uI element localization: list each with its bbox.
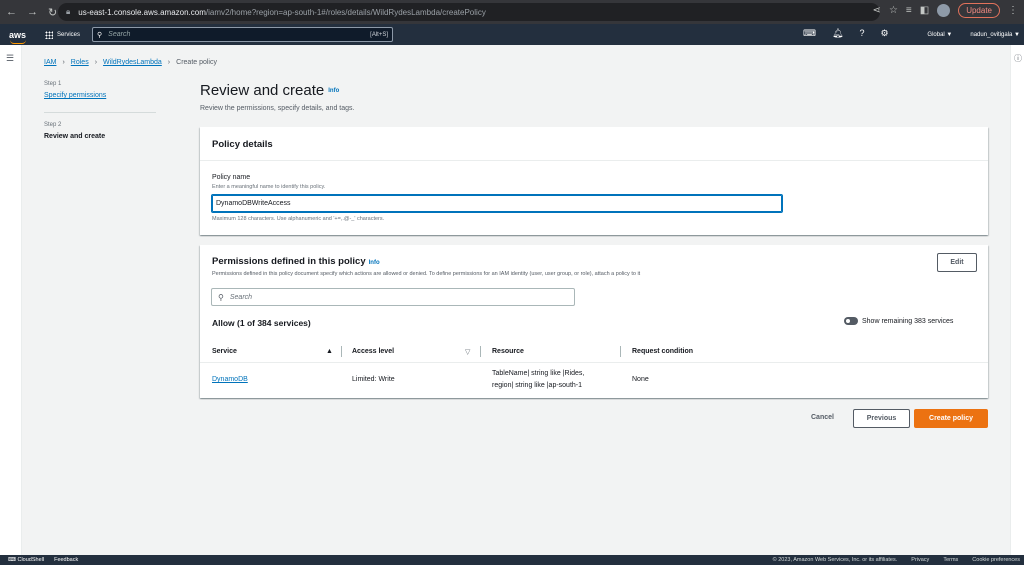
service-link[interactable]: DynamoDB xyxy=(212,376,248,383)
account-menu[interactable]: nadun_ovitigala ▼ xyxy=(970,32,1020,38)
permissions-panel: Permissions defined in this policy Info P… xyxy=(200,245,988,398)
page-info-link[interactable]: Info xyxy=(328,88,339,94)
permissions-search-placeholder: Search xyxy=(229,293,253,301)
step-1-number: Step 1 xyxy=(44,81,62,87)
terms-link[interactable]: Terms xyxy=(943,557,958,563)
toggle-switch[interactable] xyxy=(844,317,858,325)
notifications-bell-icon[interactable]: 🔔︎ xyxy=(832,28,843,39)
update-button[interactable]: Update xyxy=(958,3,1000,18)
permissions-description: Permissions defined in this policy docum… xyxy=(212,271,641,277)
settings-gear-icon[interactable]: ⚙ xyxy=(880,28,888,39)
console-search-placeholder: Search xyxy=(108,31,131,38)
resource-cell-line-2: region| string like |ap-south-1 xyxy=(492,382,583,389)
column-divider[interactable] xyxy=(480,346,481,357)
policy-name-label: Policy name xyxy=(212,174,251,181)
cookie-preferences-link[interactable]: Cookie preferences xyxy=(972,557,1020,563)
table-row: DynamoDB Limited: Write TableName| strin… xyxy=(200,363,988,398)
access-level-cell: Limited: Write xyxy=(352,376,395,383)
permissions-header: Permissions defined in this policy Info xyxy=(212,256,380,267)
step-2-number: Step 2 xyxy=(44,122,62,128)
share-icon[interactable]: ⋖ xyxy=(873,5,881,16)
feedback-link[interactable]: Feedback xyxy=(54,557,78,563)
policy-details-header: Policy details xyxy=(200,127,988,161)
breadcrumb-roles[interactable]: Roles xyxy=(71,59,89,66)
column-header-resource[interactable]: Resource xyxy=(492,348,524,355)
privacy-link[interactable]: Privacy xyxy=(911,557,929,563)
show-remaining-toggle[interactable]: Show remaining 383 services xyxy=(844,317,953,325)
chevron-right-icon: › xyxy=(167,59,171,66)
search-icon: ⚲ xyxy=(97,31,103,39)
url-path: /iamv2/home?region=ap-south-1#/roles/det… xyxy=(205,7,486,17)
services-label: Services xyxy=(57,31,81,38)
column-header-request-condition[interactable]: Request condition xyxy=(632,348,693,355)
request-condition-cell: None xyxy=(632,376,649,383)
page-subtitle: Review the permissions, specify details,… xyxy=(200,105,355,112)
column-divider[interactable] xyxy=(620,346,621,357)
permissions-header-text: Permissions defined in this policy xyxy=(212,256,366,267)
page-title-text: Review and create xyxy=(200,82,325,99)
permissions-info-link[interactable]: Info xyxy=(369,260,380,266)
cloudshell-footer-label: CloudShell xyxy=(17,557,45,563)
allow-summary: Allow (1 of 384 services) xyxy=(212,318,311,328)
sort-descending-icon[interactable]: ▽ xyxy=(465,348,470,356)
column-divider[interactable] xyxy=(341,346,342,357)
forward-icon[interactable]: → xyxy=(27,6,38,19)
search-icon: ⚲ xyxy=(218,292,224,302)
policy-details-panel: Policy details Policy name Enter a meani… xyxy=(200,127,988,235)
back-icon[interactable]: ← xyxy=(6,6,17,19)
info-circle-icon[interactable]: ⓘ xyxy=(1014,53,1022,64)
address-bar[interactable]: 🔒︎ us-east-1.console.aws.amazon.com/iamv… xyxy=(58,3,880,21)
console-search-input[interactable]: ⚲ Search [Alt+S] xyxy=(92,27,394,42)
policy-name-input[interactable]: DynamoDBWriteAccess xyxy=(211,194,783,213)
profile-avatar[interactable] xyxy=(937,4,951,17)
permissions-search-input[interactable]: ⚲ Search xyxy=(211,288,575,306)
region-selector[interactable]: Global ▼ xyxy=(927,32,952,38)
aws-logo[interactable]: aws xyxy=(9,30,29,44)
breadcrumb-current: Create policy xyxy=(176,59,217,66)
cloudshell-icon[interactable]: ⌨ xyxy=(803,28,816,39)
browser-toolbar: ← → ↻ 🔒︎ us-east-1.console.aws.amazon.co… xyxy=(0,0,1024,24)
table-header: Service ▲ Access level ▽ Resource Reques… xyxy=(200,341,988,363)
step-divider xyxy=(44,112,156,113)
breadcrumb-role[interactable]: WildRydesLambda xyxy=(103,59,162,66)
bookmark-star-icon[interactable]: ☆ xyxy=(889,5,898,16)
grid-icon xyxy=(45,30,53,39)
aws-top-nav: aws Services ⚲ Search [Alt+S] ⌨ 🔔︎ ? ⚙ G… xyxy=(0,24,1024,45)
step-2-current: Review and create xyxy=(44,133,106,140)
console-footer: ⌨ CloudShell Feedback © 2023, Amazon Web… xyxy=(0,555,1024,565)
reload-icon[interactable]: ↻ xyxy=(48,6,57,19)
copyright-text: © 2023, Amazon Web Services, Inc. or its… xyxy=(772,557,898,563)
menu-kebab-icon[interactable]: ⋮ xyxy=(1008,5,1018,16)
create-policy-button[interactable]: Create policy xyxy=(914,409,988,428)
cloudshell-footer-link[interactable]: ⌨ CloudShell xyxy=(8,557,44,563)
help-panel-rail: ⓘ xyxy=(1010,45,1024,555)
side-panel-icon[interactable]: ◧ xyxy=(920,5,929,16)
wizard-steps: Step 1 Specify permissions Step 2 Review… xyxy=(44,81,156,140)
services-menu-button[interactable]: Services xyxy=(45,30,81,39)
page-title: Review and create Info xyxy=(200,82,339,99)
help-icon[interactable]: ? xyxy=(859,28,864,39)
policy-name-constraint: Maximum 128 characters. Use alphanumeric… xyxy=(212,216,385,222)
step-1-link[interactable]: Specify permissions xyxy=(44,92,156,99)
url-host: us-east-1.console.aws.amazon.com xyxy=(78,7,206,17)
breadcrumb: IAM › Roles › WildRydesLambda › Create p… xyxy=(44,59,217,66)
reading-list-icon[interactable]: ≡ xyxy=(906,5,912,16)
sort-ascending-icon[interactable]: ▲ xyxy=(326,348,333,355)
previous-button[interactable]: Previous xyxy=(853,409,910,428)
lock-icon: 🔒︎ xyxy=(66,7,71,16)
chevron-right-icon: › xyxy=(94,59,98,66)
resource-cell-line-1: TableName| string like |Rides, xyxy=(492,370,585,377)
side-navigation-rail: ☰ xyxy=(0,45,22,555)
breadcrumb-iam[interactable]: IAM xyxy=(44,59,56,66)
policy-name-description: Enter a meaningful name to identify this… xyxy=(212,184,326,190)
wizard-actions: Cancel Previous Create policy xyxy=(800,409,988,428)
column-header-service[interactable]: Service xyxy=(212,348,237,355)
column-header-access-level[interactable]: Access level xyxy=(352,348,394,355)
cancel-button[interactable]: Cancel xyxy=(811,414,834,421)
search-shortcut-hint: [Alt+S] xyxy=(370,31,389,38)
edit-button[interactable]: Edit xyxy=(937,253,977,272)
chevron-right-icon: › xyxy=(62,59,65,66)
hamburger-menu-icon[interactable]: ☰ xyxy=(6,53,14,64)
show-remaining-label: Show remaining 383 services xyxy=(862,317,954,325)
